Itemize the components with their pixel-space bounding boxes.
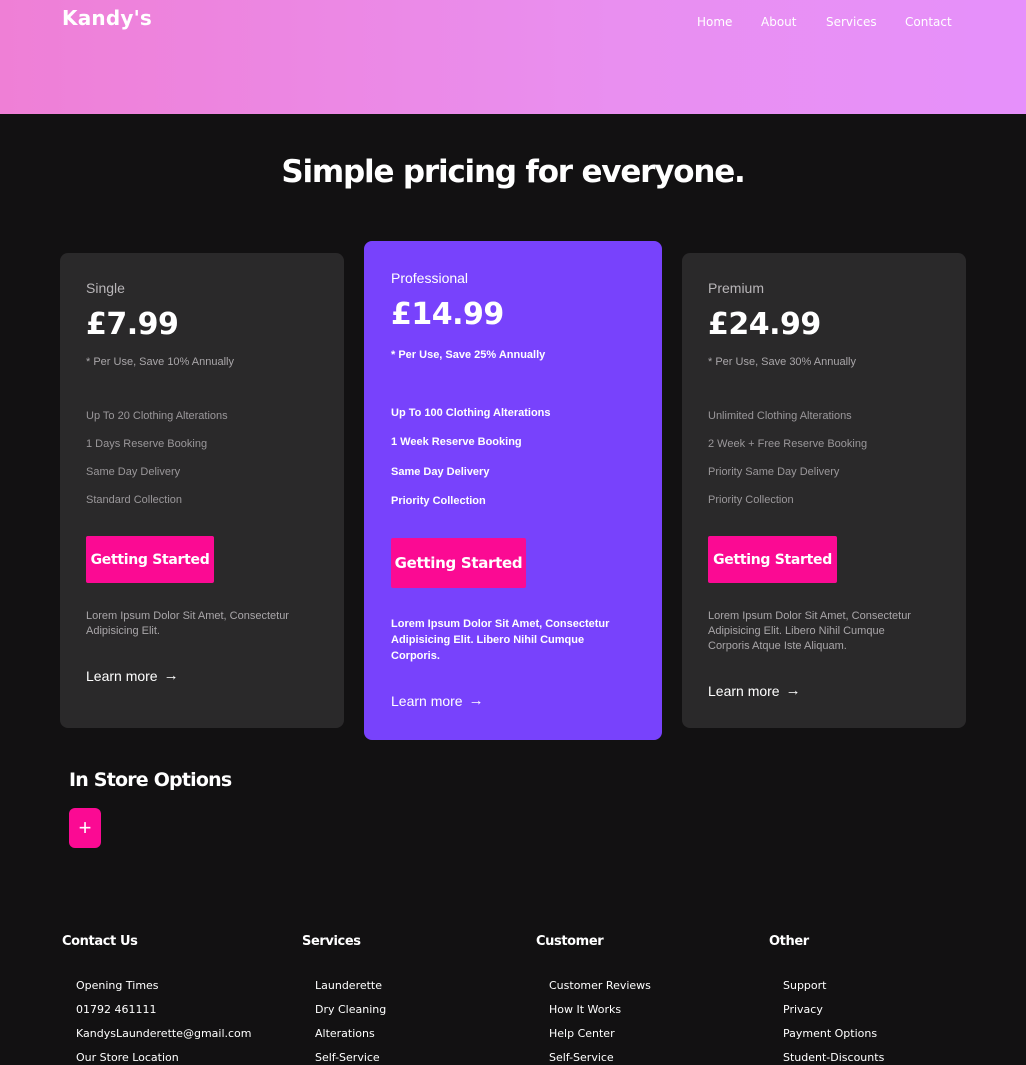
footer-link[interactable]: Help Center [549,1027,615,1040]
footer-link[interactable]: Privacy [783,1003,823,1016]
plan-description-line: Corporis Atque Iste Aliquam. [708,640,847,652]
arrow-right-icon: → [468,692,484,709]
footer-link[interactable]: Launderette [315,979,382,992]
learn-more-label: Learn more [391,692,463,709]
footer-link[interactable]: Support [783,979,826,992]
plan-price: £14.99 [391,297,504,332]
footer-title-other: Other [769,934,809,949]
plan-feature: Unlimited Clothing Alterations [708,410,852,422]
footer-link[interactable]: Our Store Location [76,1051,179,1064]
plan-price: £7.99 [86,307,179,342]
plan-description-line: Corporis. [391,650,440,662]
learn-more-link[interactable]: Learn more → [86,667,179,684]
learn-more-label: Learn more [86,667,158,684]
plan-name: Professional [391,270,469,286]
expand-button[interactable]: + [69,808,101,848]
footer-link[interactable]: KandysLaunderette@gmail.com [76,1027,252,1040]
plan-description-line: Adipisicing Elit. Libero Nihil Cumque [708,625,885,637]
footer-link[interactable]: Customer Reviews [549,979,651,992]
plan-feature: 2 Week + Free Reserve Booking [708,438,868,450]
plan-name: Single [86,280,125,296]
footer-link[interactable]: Payment Options [783,1027,877,1040]
plan-feature: Up To 20 Clothing Alterations [86,410,228,422]
plan-note: * Per Use, Save 25% Annually [391,349,546,361]
footer-link[interactable]: Alterations [315,1027,375,1040]
main-nav: Home About Services Contact [0,15,1026,33]
plan-note: * Per Use, Save 30% Annually [708,356,856,368]
plan-note: * Per Use, Save 10% Annually [86,356,234,368]
plan-description-line: Lorem Ipsum Dolor Sit Amet, Consectetur [86,610,289,622]
arrow-right-icon: → [785,682,801,699]
plan-description-line: Adipisicing Elit. [86,625,160,637]
footer-title-services: Services [302,934,361,949]
footer-link[interactable]: 01792 461111 [76,1003,156,1016]
nav-about[interactable]: About [761,15,796,29]
footer-title-contact: Contact Us [62,934,138,949]
plan-feature: Priority Same Day Delivery [708,466,840,478]
plan-feature: 1 Days Reserve Booking [86,438,208,450]
learn-more-link[interactable]: Learn more → [708,682,801,699]
plan-description-line: Lorem Ipsum Dolor Sit Amet, Consectetur [708,610,911,622]
plan-description-line: Adipisicing Elit. Libero Nihil Cumque [391,634,585,646]
footer-link[interactable]: Student-Discounts [783,1051,884,1064]
plan-description: Lorem Ipsum Dolor Sit Amet, Consectetur … [708,609,911,654]
arrow-right-icon: → [163,667,179,684]
plan-description-line: Lorem Ipsum Dolor Sit Amet, Consectetur [391,618,610,630]
plan-feature: Priority Collection [708,494,794,506]
footer-title-customer: Customer [536,934,604,949]
getting-started-button[interactable]: Getting Started [708,536,837,583]
plan-feature: Same Day Delivery [391,466,490,478]
plus-icon: + [78,815,92,840]
plan-name: Premium [708,280,765,296]
plan-card-professional: Professional £14.99 * Per Use, Save 25% … [364,241,662,740]
plan-card-single: Single £7.99 * Per Use, Save 10% Annuall… [60,253,344,728]
nav-home[interactable]: Home [697,15,732,29]
learn-more-link[interactable]: Learn more → [391,692,484,709]
plan-card-premium: Premium £24.99 * Per Use, Save 30% Annua… [682,253,966,728]
nav-contact[interactable]: Contact [905,15,952,29]
nav-services[interactable]: Services [826,15,877,29]
in-store-options-title: In Store Options [69,769,232,791]
plan-feature: Same Day Delivery [86,466,181,478]
getting-started-button[interactable]: Getting Started [391,538,526,588]
footer-link[interactable]: Dry Cleaning [315,1003,386,1016]
plan-description: Lorem Ipsum Dolor Sit Amet, Consectetur … [391,616,609,664]
plan-description: Lorem Ipsum Dolor Sit Amet, Consectetur … [86,609,289,639]
plan-feature: Up To 100 Clothing Alterations [391,407,551,419]
plan-feature: 1 Week Reserve Booking [391,436,522,448]
learn-more-label: Learn more [708,682,780,699]
hero-banner: Kandy's Home About Services Contact [0,0,1026,114]
plan-price: £24.99 [708,307,821,342]
getting-started-button[interactable]: Getting Started [86,536,214,583]
footer-link[interactable]: Opening Times [76,979,159,992]
footer-link[interactable]: Self-Service [549,1051,614,1064]
footer-link[interactable]: Self-Service [315,1051,380,1064]
footer-link[interactable]: How It Works [549,1003,621,1016]
plan-feature: Priority Collection [391,495,486,507]
pricing-headline: Simple pricing for everyone. [281,154,745,190]
plan-feature: Standard Collection [86,494,183,506]
